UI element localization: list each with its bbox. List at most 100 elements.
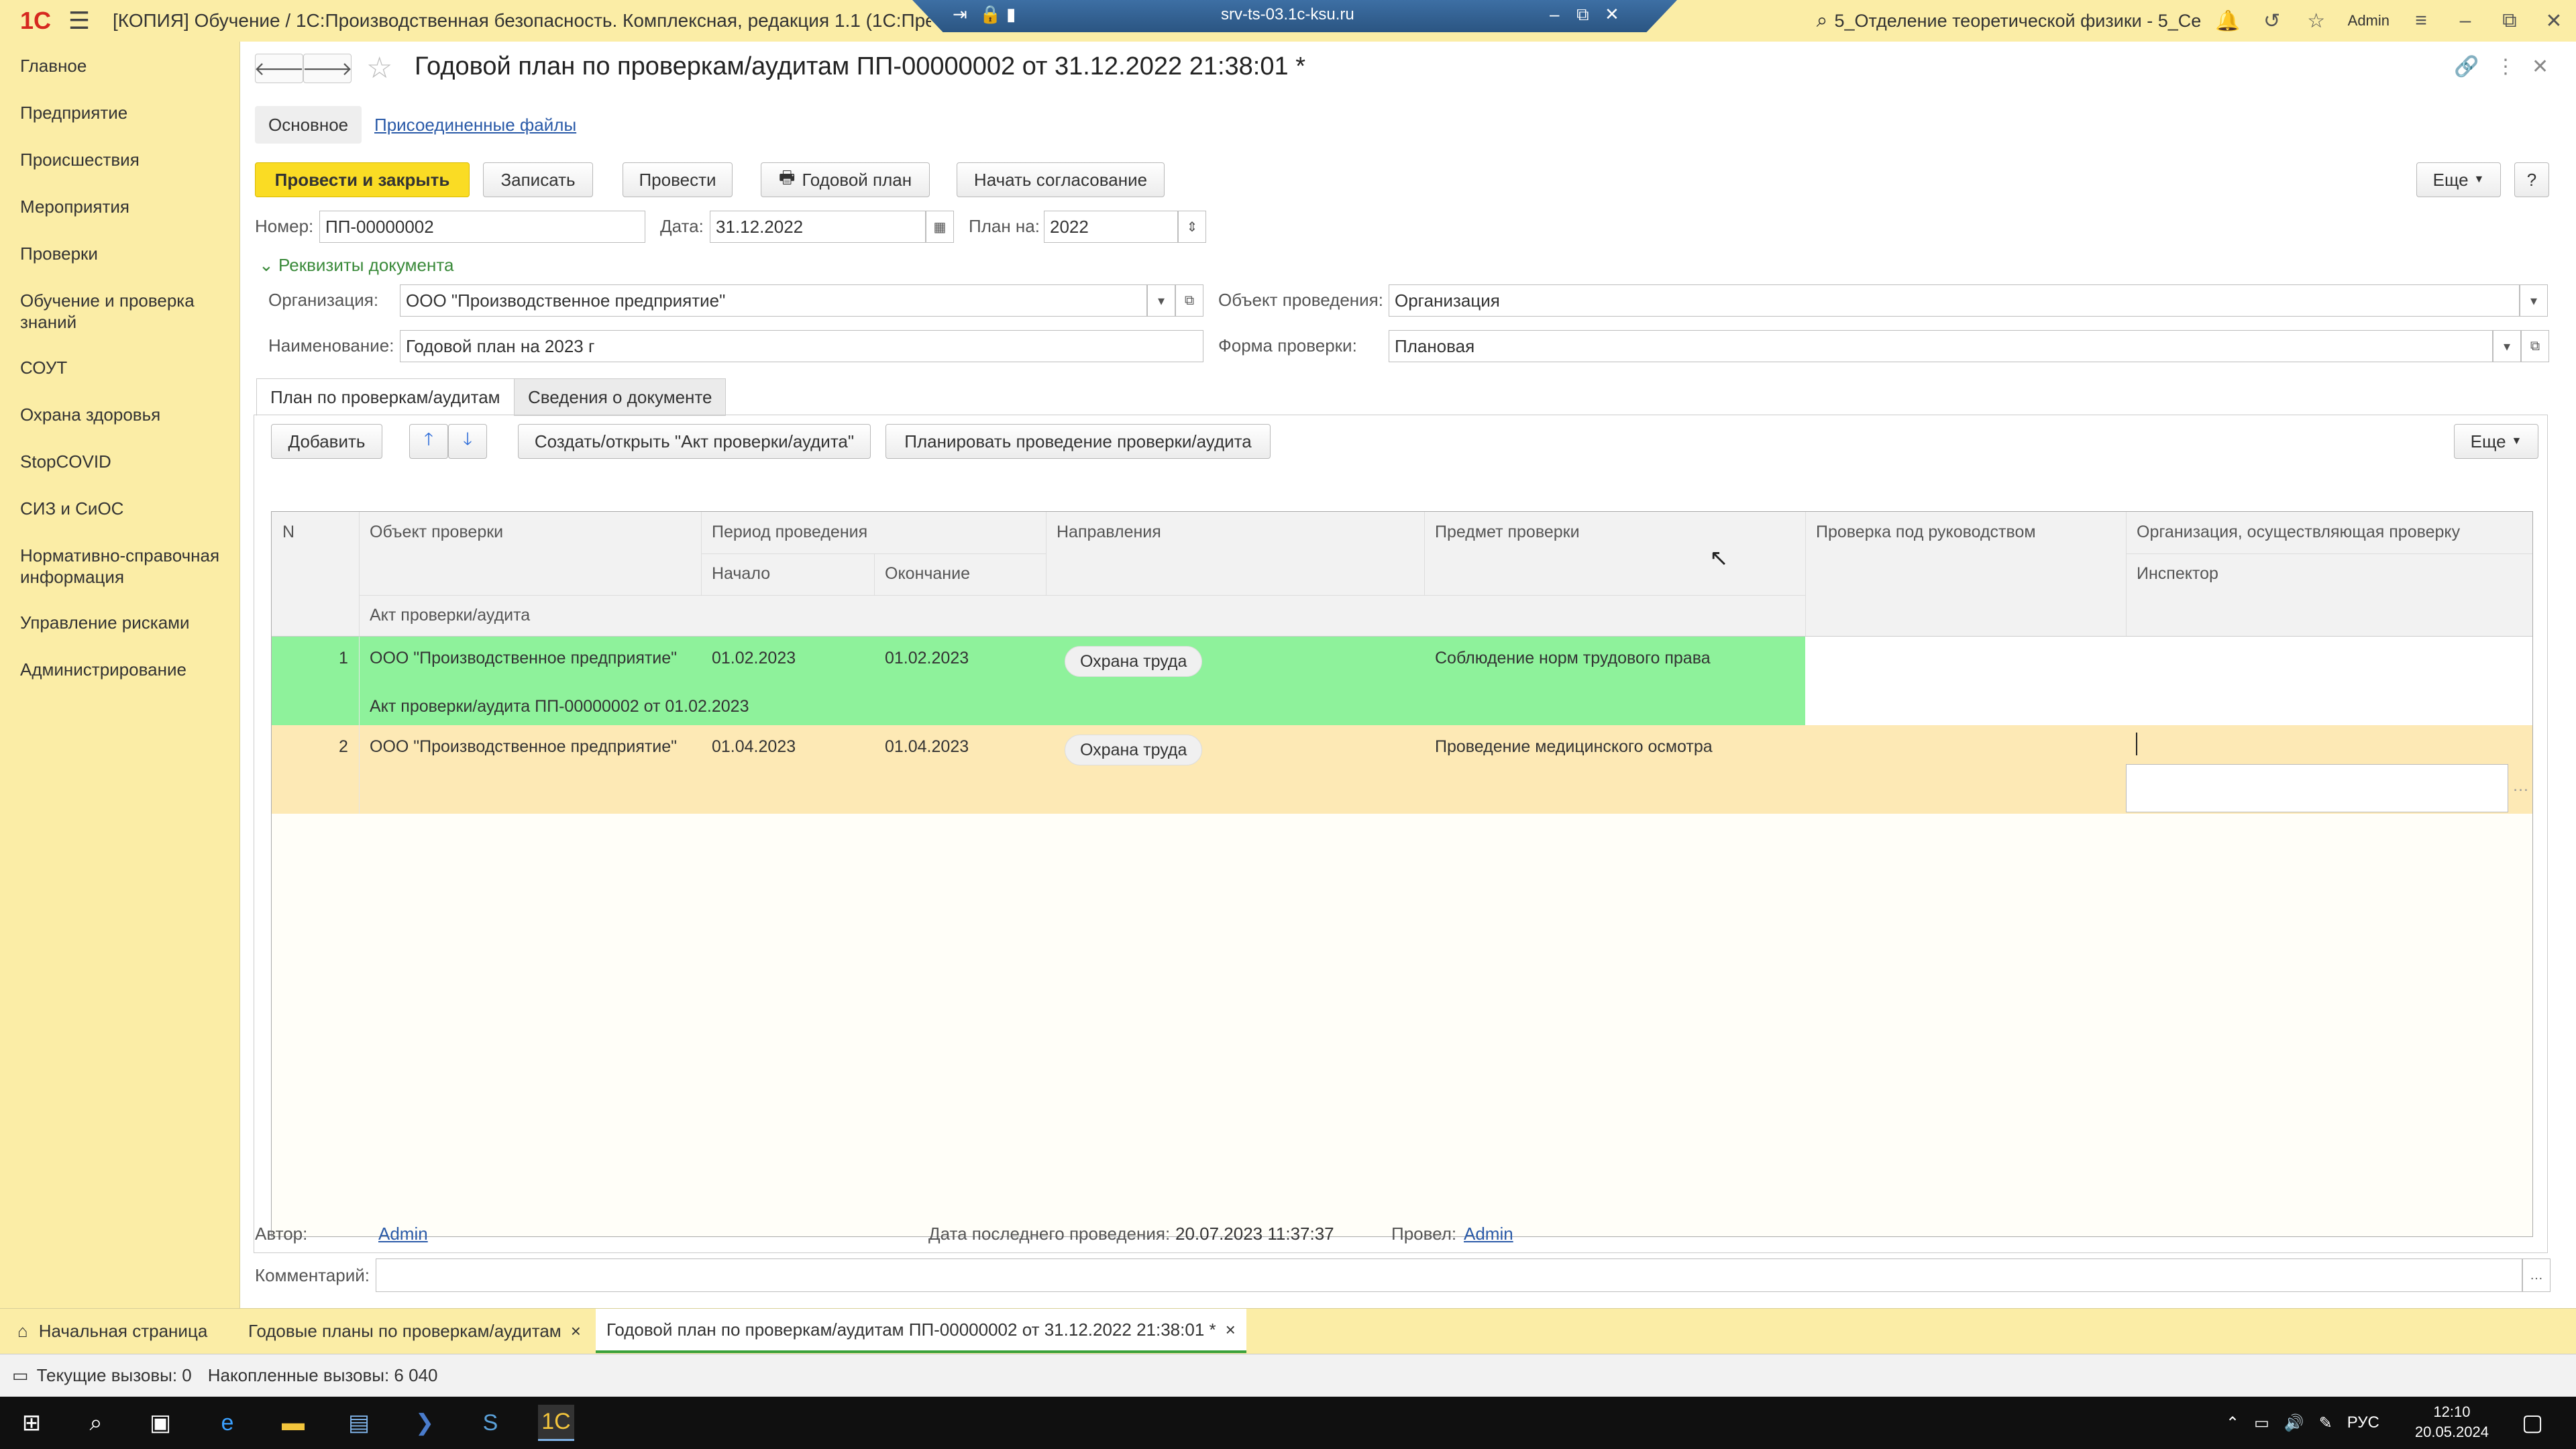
check-form-field[interactable]: Плановая — [1389, 330, 2493, 362]
sidebar-item-risks[interactable]: Управление рисками — [0, 612, 240, 633]
column-header-period[interactable]: Период проведения — [701, 512, 1046, 552]
tab-attached-files[interactable]: Присоединенные файлы — [361, 106, 590, 144]
row-start[interactable]: 01.04.2023 — [712, 737, 796, 757]
column-header-inspector[interactable]: Инспектор — [2126, 553, 2532, 594]
rdp-minimize-icon[interactable]: – — [1550, 4, 1559, 25]
sidebar-item-events[interactable]: Мероприятия — [0, 196, 240, 217]
direction-chip[interactable]: Охрана труда — [1065, 646, 1203, 677]
create-act-button[interactable]: Создать/открыть "Акт проверки/аудита" — [518, 424, 871, 459]
pin-icon[interactable]: ⇥ — [953, 4, 967, 25]
comment-field[interactable] — [376, 1258, 2522, 1292]
settings-menu-icon[interactable]: ≡ — [2399, 0, 2443, 42]
server-calls-icon[interactable]: ▭ — [12, 1365, 29, 1386]
menu-icon[interactable]: ☰ — [59, 0, 99, 42]
row-end[interactable]: 01.04.2023 — [885, 737, 969, 757]
sidebar-item-health[interactable]: Охрана здоровья — [0, 404, 240, 425]
column-header-act[interactable]: Акт проверки/аудита — [359, 595, 1424, 635]
poster-link[interactable]: Admin — [1464, 1224, 1513, 1244]
move-up-icon[interactable]: 🡑 — [409, 424, 448, 459]
1c-app-icon[interactable]: 1С — [538, 1405, 574, 1441]
server-manager-icon[interactable]: ▤ — [341, 1405, 377, 1441]
forward-button[interactable]: 🡒 — [302, 54, 353, 83]
tab-main[interactable]: Основное — [255, 106, 362, 144]
notifications-icon[interactable]: ▢ — [2514, 1405, 2551, 1441]
volume-icon[interactable]: 🔊 — [2284, 1413, 2304, 1433]
windows-start-icon[interactable]: ⊞ — [13, 1405, 50, 1441]
more-vert-icon[interactable]: ⋮ — [2496, 55, 2516, 78]
start-approval-button[interactable]: Начать согласование — [957, 162, 1165, 197]
sidebar-item-enterprise[interactable]: Предприятие — [0, 102, 240, 123]
tab-current-document[interactable]: Годовой план по проверкам/аудитам ПП-000… — [596, 1309, 1246, 1353]
clock[interactable]: 12:10 20.05.2024 — [2415, 1402, 2489, 1442]
author-link[interactable]: Admin — [378, 1224, 428, 1244]
name-field[interactable]: Годовой план на 2023 г — [400, 330, 1203, 362]
powershell-icon[interactable]: ❯ — [407, 1405, 443, 1441]
tab-audit-plan[interactable]: План по проверкам/аудитам — [256, 378, 515, 416]
number-field[interactable]: ПП-00000002 — [319, 211, 645, 243]
task-view-icon[interactable]: ▣ — [142, 1405, 178, 1441]
column-header-n[interactable]: N — [272, 512, 359, 552]
column-header-supervised[interactable]: Проверка под руководством — [1805, 512, 2126, 552]
dropdown-icon[interactable]: ▾ — [1147, 284, 1175, 317]
search-area[interactable]: ⌕ 5_Отделение теоретической физики - 5_С… — [1817, 9, 2206, 32]
restore-icon[interactable]: ⧉ — [2487, 0, 2532, 42]
direction-chip[interactable]: Охрана труда — [1065, 735, 1203, 765]
row-object[interactable]: ООО "Производственное предприятие" — [370, 737, 677, 757]
language-indicator[interactable]: РУС — [2347, 1413, 2379, 1432]
sidebar-item-training[interactable]: Обучение и проверка знаний — [0, 290, 240, 333]
close-icon[interactable]: × — [571, 1321, 581, 1342]
edge-browser-icon[interactable]: e — [209, 1405, 246, 1441]
more-button[interactable]: Еще ▼ — [2416, 162, 2501, 197]
sidebar-item-reference[interactable]: Нормативно-справочная информация — [0, 545, 240, 588]
sidebar-item-inspections[interactable]: Проверки — [0, 243, 240, 264]
file-explorer-icon[interactable]: ▬ — [275, 1405, 311, 1441]
plan-year-field[interactable]: 2022 — [1044, 211, 1178, 243]
rdp-close-icon[interactable]: ✕ — [1605, 4, 1619, 25]
link-icon[interactable]: 🔗 — [2454, 55, 2479, 78]
dropdown-icon[interactable]: ▾ — [2493, 330, 2521, 362]
row-object[interactable]: ООО "Производственное предприятие" — [370, 649, 677, 668]
app-s-icon[interactable]: S — [472, 1405, 508, 1441]
search-icon[interactable]: ⌕ — [78, 1405, 114, 1441]
calendar-icon[interactable]: ▦ — [926, 211, 954, 243]
row-end[interactable]: 01.02.2023 — [885, 649, 969, 668]
user-name[interactable]: Admin — [2348, 12, 2390, 30]
row-act-link[interactable]: Акт проверки/аудита ПП-00000002 от 01.02… — [370, 697, 749, 716]
select-ellipsis-icon[interactable]: … — [2512, 776, 2529, 796]
tray-chevron-icon[interactable]: ⌃ — [2226, 1413, 2239, 1433]
table-more-button[interactable]: Еще ▼ — [2454, 424, 2538, 459]
row-subject[interactable]: Проведение медицинского осмотра — [1435, 737, 1713, 757]
bell-icon[interactable]: 🔔 — [2206, 0, 2250, 42]
column-header-org-check[interactable]: Организация, осуществляющая проверку — [2126, 512, 2532, 552]
add-row-button[interactable]: Добавить — [271, 424, 382, 459]
tab-document-info[interactable]: Сведения о документе — [514, 378, 727, 416]
close-form-icon[interactable]: ✕ — [2532, 55, 2548, 78]
search-icon[interactable]: ⌕ — [1817, 9, 1828, 32]
date-field[interactable]: 31.12.2022 — [710, 211, 926, 243]
post-and-close-button[interactable]: Провести и закрыть — [255, 162, 470, 197]
column-header-end[interactable]: Окончание — [874, 553, 1046, 594]
section-document-details[interactable]: ⌄ Реквизиты документа — [259, 255, 453, 276]
sidebar-item-sout[interactable]: СОУТ — [0, 357, 240, 378]
sidebar-item-stopcovid[interactable]: StopCOVID — [0, 451, 240, 472]
rdp-restore-icon[interactable]: ⧉ — [1576, 4, 1589, 25]
tab-plans-list[interactable]: Годовые планы по проверкам/аудитам × — [237, 1309, 592, 1353]
print-plan-button[interactable]: 🖶 Годовой план — [761, 162, 930, 197]
save-button[interactable]: Записать — [483, 162, 593, 197]
move-down-icon[interactable]: 🡓 — [448, 424, 487, 459]
open-icon[interactable]: ⧉ — [1175, 284, 1203, 317]
minimize-icon[interactable]: – — [2443, 0, 2487, 42]
organization-field[interactable]: ООО "Производственное предприятие" — [400, 284, 1147, 317]
favorite-star-icon[interactable]: ☆ — [366, 51, 392, 85]
row-subject[interactable]: Соблюдение норм трудового права — [1435, 649, 1711, 668]
help-button[interactable]: ? — [2514, 162, 2549, 197]
sidebar-item-admin[interactable]: Администрирование — [0, 659, 240, 680]
column-header-object[interactable]: Объект проверки — [359, 512, 701, 552]
pen-icon[interactable]: ✎ — [2319, 1413, 2332, 1433]
object-field[interactable]: Организация — [1389, 284, 2520, 317]
history-icon[interactable]: ↺ — [2250, 0, 2294, 42]
sidebar-item-ppe[interactable]: СИЗ и СиОС — [0, 498, 240, 519]
column-header-directions[interactable]: Направления — [1046, 512, 1424, 552]
back-button[interactable]: 🡐 — [254, 54, 305, 83]
close-window-icon[interactable]: ✕ — [2532, 0, 2576, 42]
